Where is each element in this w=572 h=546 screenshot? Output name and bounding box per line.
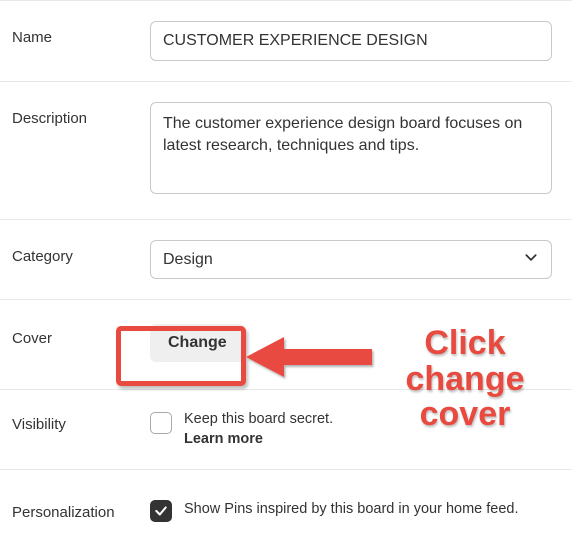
name-row: Name <box>0 0 572 81</box>
personalization-row: Personalization Show Pins inspired by th… <box>0 469 572 546</box>
visibility-checkbox[interactable] <box>150 412 172 434</box>
category-select[interactable]: Design <box>150 240 552 279</box>
name-input[interactable] <box>150 21 552 61</box>
personalization-checkbox[interactable] <box>150 500 172 522</box>
description-row: Description <box>0 81 572 219</box>
name-field <box>150 21 560 61</box>
name-label: Name <box>12 21 150 46</box>
learn-more-link[interactable]: Learn more <box>184 431 263 447</box>
category-field: Design <box>150 240 560 279</box>
visibility-text: Keep this board secret. <box>184 411 333 427</box>
category-row: Category Design <box>0 219 572 299</box>
description-label: Description <box>12 102 150 127</box>
visibility-label: Visibility <box>12 410 150 433</box>
cover-row: Cover Change <box>0 299 572 389</box>
visibility-row: Visibility Keep this board secret. Learn… <box>0 389 572 469</box>
category-label: Category <box>12 240 150 265</box>
visibility-text-group: Keep this board secret. Learn more <box>184 410 333 449</box>
description-field <box>150 102 560 199</box>
description-textarea[interactable] <box>150 102 552 194</box>
change-cover-button[interactable]: Change <box>150 324 245 362</box>
cover-label: Cover <box>12 324 150 347</box>
personalization-label: Personalization <box>12 498 150 521</box>
cover-field: Change <box>150 324 560 362</box>
personalization-text: Show Pins inspired by this board in your… <box>184 500 519 520</box>
